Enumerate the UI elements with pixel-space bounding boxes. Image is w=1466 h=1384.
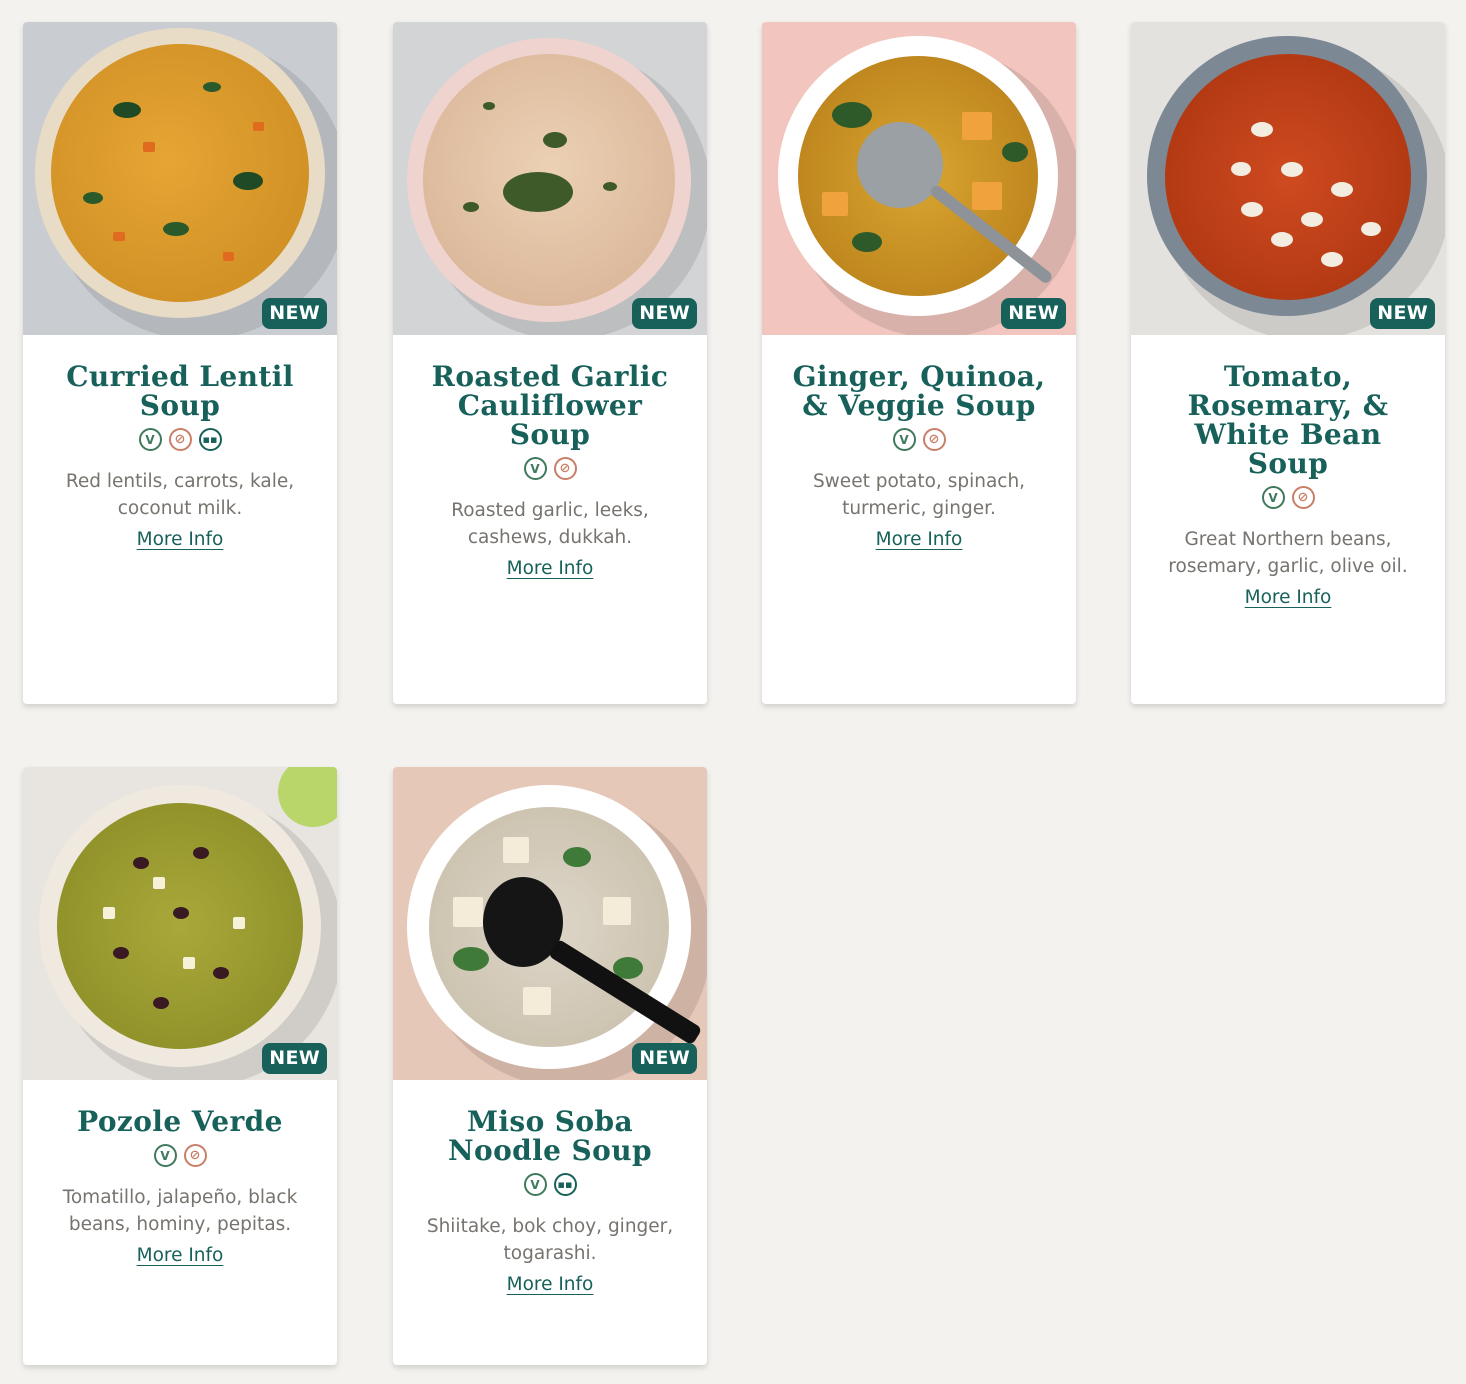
diet-icons: V ⊘	[43, 1144, 317, 1171]
product-title[interactable]: Ginger, Quinoa, & Veggie Soup	[782, 362, 1056, 420]
gluten-free-icon: ⊘	[1291, 486, 1315, 509]
more-info-link[interactable]: More Info	[876, 529, 963, 550]
vegan-icon: V	[892, 428, 916, 451]
more-info-link[interactable]: More Info	[137, 529, 224, 550]
vegan-icon: V	[153, 1144, 177, 1167]
product-title[interactable]: Roasted Garlic Cauliflower Soup	[413, 362, 687, 449]
vegan-icon: V	[138, 428, 162, 451]
new-badge: NEW	[632, 1043, 697, 1074]
product-card[interactable]: NEW Curried Lentil Soup V ⊘ ▪▪ Red lenti…	[23, 22, 337, 704]
product-card[interactable]: NEW Tomato, Rosemary, & White Bean Soup …	[1131, 22, 1445, 704]
product-title[interactable]: Tomato, Rosemary, & White Bean Soup	[1151, 362, 1425, 478]
more-info-link[interactable]: More Info	[507, 1274, 594, 1295]
new-badge: NEW	[262, 298, 327, 329]
product-photo[interactable]: NEW	[393, 22, 707, 335]
product-photo[interactable]: NEW	[23, 22, 337, 335]
product-description: Great Northern beans, rosemary, garlic, …	[1168, 529, 1408, 577]
more-info-link[interactable]: More Info	[137, 1245, 224, 1266]
gluten-free-icon: ⊘	[183, 1144, 207, 1167]
product-photo[interactable]: NEW	[762, 22, 1076, 335]
product-title[interactable]: Curried Lentil Soup	[43, 362, 317, 420]
new-badge: NEW	[1370, 298, 1435, 329]
product-title[interactable]: Miso Soba Noodle Soup	[413, 1107, 687, 1165]
diet-icons: V ⊘	[413, 457, 687, 484]
product-description: Red lentils, carrots, kale, coconut milk…	[65, 471, 295, 519]
more-info-link[interactable]: More Info	[1245, 587, 1332, 608]
protein-icon: ▪▪	[198, 428, 222, 451]
product-title[interactable]: Pozole Verde	[43, 1107, 317, 1136]
diet-icons: V ⊘	[1151, 486, 1425, 513]
new-badge: NEW	[262, 1043, 327, 1074]
product-description: Sweet potato, spinach, turmeric, ginger.	[812, 471, 1026, 519]
more-info-link[interactable]: More Info	[507, 558, 594, 579]
new-badge: NEW	[1001, 298, 1066, 329]
product-photo[interactable]: NEW	[393, 767, 707, 1080]
product-description: Shiitake, bok choy, ginger, togarashi.	[426, 1216, 674, 1264]
vegan-icon: V	[1261, 486, 1285, 509]
diet-icons: V ⊘ ▪▪	[43, 428, 317, 455]
gluten-free-icon: ⊘	[168, 428, 192, 451]
product-card[interactable]: NEW Ginger, Quinoa, & Veggie Soup V ⊘ Sw…	[762, 22, 1076, 704]
vegan-icon: V	[523, 457, 547, 480]
product-description: Roasted garlic, leeks, cashews, dukkah.	[451, 500, 649, 548]
diet-icons: V ⊘	[782, 428, 1056, 455]
product-photo[interactable]: NEW	[1131, 22, 1445, 335]
vegan-icon: V	[523, 1173, 547, 1196]
gluten-free-icon: ⊘	[553, 457, 577, 480]
new-badge: NEW	[632, 298, 697, 329]
diet-icons: V ▪▪	[413, 1173, 687, 1200]
gluten-free-icon: ⊘	[922, 428, 946, 451]
product-card[interactable]: NEW Pozole Verde V ⊘ Tomatillo, jalapeño…	[23, 767, 337, 1365]
product-card[interactable]: NEW Roasted Garlic Cauliflower Soup V ⊘ …	[393, 22, 707, 704]
product-photo[interactable]: NEW	[23, 767, 337, 1080]
product-description: Tomatillo, jalapeño, black beans, hominy…	[62, 1187, 298, 1235]
product-card[interactable]: NEW Miso Soba Noodle Soup V ▪▪ Shiitake,…	[393, 767, 707, 1365]
protein-icon: ▪▪	[553, 1173, 577, 1196]
